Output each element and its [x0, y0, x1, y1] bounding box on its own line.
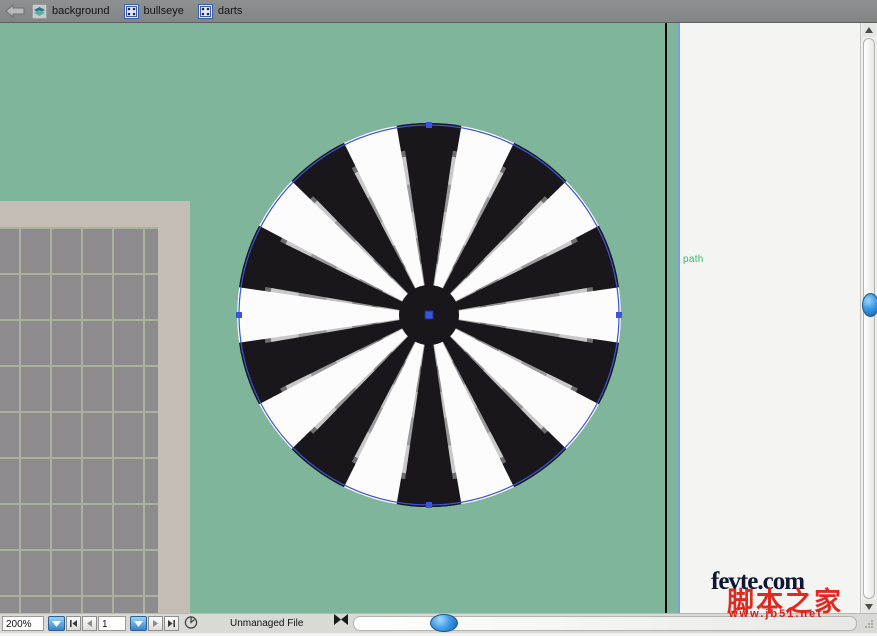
next-page-icon [153, 620, 158, 627]
anchor-point [236, 312, 242, 318]
sidebar-item-bullseye[interactable]: bullseye [123, 3, 184, 19]
smart-guide-path-label: path [683, 254, 704, 265]
first-page-icon [70, 620, 77, 627]
sidebar-item-label: background [52, 5, 110, 17]
dartboard-svg [236, 122, 622, 508]
window-grid-panes[interactable] [0, 227, 158, 614]
sidebar-item-darts[interactable]: darts [197, 3, 243, 19]
page-number-input[interactable]: 1 [98, 616, 126, 631]
symbols-tab-bar: background bullseye darts [0, 0, 877, 23]
scroll-up-arrow[interactable] [862, 23, 876, 37]
back-arrow-icon[interactable] [4, 3, 26, 19]
zoom-level-input[interactable]: 200% [2, 616, 44, 631]
dartboard-artwork[interactable] [234, 120, 624, 510]
prev-page-button[interactable] [82, 616, 97, 631]
sidebar-item-background[interactable]: background [31, 3, 110, 19]
symbol-grid-icon [197, 3, 213, 19]
horizontal-scroll-track[interactable] [353, 616, 857, 631]
chevron-down-icon [134, 620, 143, 627]
next-page-button[interactable] [148, 616, 163, 631]
document-canvas[interactable]: path [0, 23, 877, 614]
vertical-scroll-thumb[interactable] [862, 293, 877, 317]
zoom-dropdown-button[interactable] [48, 616, 65, 631]
prev-page-icon [87, 620, 92, 627]
anchor-point [426, 502, 432, 508]
first-page-button[interactable] [66, 616, 81, 631]
last-page-button[interactable] [164, 616, 179, 631]
page-dropdown-button[interactable] [130, 616, 147, 631]
vertical-scroll-track[interactable] [863, 38, 875, 599]
chevron-down-icon [52, 620, 61, 627]
sidebar-item-label: darts [217, 5, 243, 17]
artboard-bleed [667, 23, 678, 614]
status-text: Unmanaged File [230, 618, 304, 629]
anchor-point [616, 312, 622, 318]
anchor-point [426, 122, 432, 128]
vertical-scrollbar[interactable] [860, 23, 877, 614]
artboard-nav-icon[interactable] [184, 615, 198, 632]
scroll-left-arrow[interactable] [340, 612, 349, 630]
horizontal-scroll-thumb[interactable] [430, 614, 458, 632]
sidebar-item-label: bullseye [143, 5, 184, 17]
last-page-icon [168, 620, 175, 627]
scroll-down-arrow[interactable] [862, 600, 876, 614]
symbol-grid-icon [123, 3, 139, 19]
canvas-pasteboard [680, 23, 877, 614]
layers-stack-icon [31, 3, 48, 19]
resize-grip-icon[interactable] [862, 618, 875, 631]
center-anchor-point [424, 310, 434, 320]
